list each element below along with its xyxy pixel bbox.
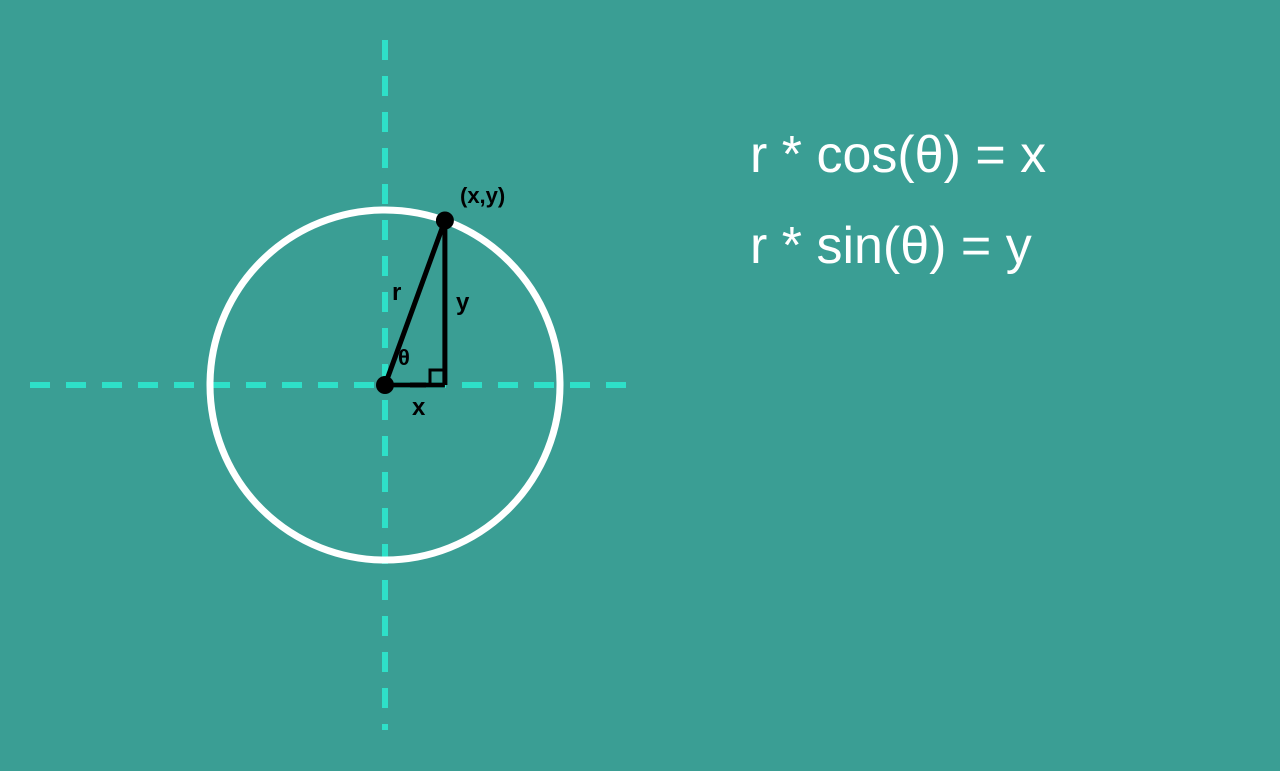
equations-block: r * cos(θ) = x r * sin(θ) = y — [750, 110, 1046, 292]
origin-dot — [376, 376, 394, 394]
radius-label: r — [392, 279, 401, 306]
point-dot — [436, 212, 454, 230]
polar-coordinate-diagram: (x,y) r y x θ — [0, 0, 1280, 771]
equation-cos: r * cos(θ) = x — [750, 110, 1046, 201]
point-label: (x,y) — [460, 183, 505, 208]
angle-label: θ — [398, 345, 410, 370]
x-side-label: x — [412, 394, 426, 421]
diagram-svg: (x,y) r y x θ — [0, 0, 1280, 771]
y-side-label: y — [456, 289, 470, 316]
equation-sin: r * sin(θ) = y — [750, 201, 1046, 292]
